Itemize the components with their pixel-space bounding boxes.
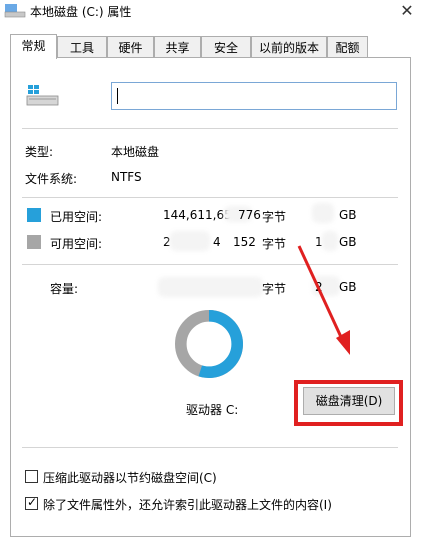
compress-label: 压缩此驱动器以节约磁盘空间(C)	[43, 471, 217, 485]
free-space-label: 可用空间:	[50, 237, 103, 251]
donut-inner-edge	[186, 321, 232, 367]
index-checkbox[interactable]: ✓	[25, 495, 38, 510]
free-bytes-mid: 4	[213, 235, 221, 249]
used-gb-unit: GB	[339, 208, 357, 222]
separator	[22, 128, 398, 129]
drive-large-icon	[26, 85, 59, 106]
separator	[22, 447, 398, 448]
title-bar: 本地磁盘 (C:) 属性 ✕	[0, 0, 421, 22]
used-bytes-unit: 字节	[262, 210, 287, 224]
type-label: 类型:	[25, 145, 54, 159]
type-value: 本地磁盘	[111, 145, 160, 159]
tab-security[interactable]: 安全	[201, 36, 251, 58]
filesystem-label: 文件系统:	[25, 172, 78, 186]
tab-tools[interactable]: 工具	[57, 36, 107, 58]
used-bytes-tail: 776	[238, 208, 261, 222]
redaction-blur	[322, 231, 338, 251]
tab-quota[interactable]: 配额	[327, 36, 368, 58]
capacity-gb-unit: GB	[339, 280, 357, 294]
index-label: 除了文件属性外，还允许索引此驱动器上文件的内容(I)	[43, 498, 332, 512]
used-space-swatch	[27, 208, 41, 222]
window-title: 本地磁盘 (C:) 属性	[30, 5, 132, 19]
highlight-box	[294, 380, 403, 426]
redaction-blur	[170, 231, 210, 251]
drive-name-input[interactable]	[111, 82, 397, 110]
filesystem-value: NTFS	[111, 170, 142, 184]
capacity-gb-head: 2	[315, 280, 323, 294]
tab-general[interactable]: 常规	[10, 34, 57, 59]
separator	[22, 264, 398, 265]
separator	[22, 197, 398, 198]
general-panel	[10, 57, 411, 537]
redaction-blur	[312, 203, 334, 223]
drive-icon	[4, 4, 26, 18]
close-button[interactable]: ✕	[393, 0, 421, 22]
tab-previous-versions[interactable]: 以前的版本	[251, 36, 327, 58]
free-bytes-tail: 152	[233, 235, 256, 249]
redaction-blur	[158, 277, 263, 297]
tab-sharing[interactable]: 共享	[154, 36, 201, 58]
free-gb-unit: GB	[339, 235, 357, 249]
tab-hardware[interactable]: 硬件	[107, 36, 154, 58]
used-space-label: 已用空间:	[50, 210, 103, 224]
free-bytes-unit: 字节	[262, 237, 287, 251]
drive-label: 驱动器 C:	[186, 403, 239, 417]
used-bytes-value: 144,611,65	[163, 208, 232, 222]
checkmark-icon: ✓	[27, 495, 38, 509]
compress-checkbox[interactable]	[25, 470, 38, 483]
usage-donut-chart	[175, 310, 243, 378]
text-caret	[117, 88, 118, 104]
tab-strip: 常规 工具 硬件 共享 安全 以前的版本 配额	[10, 34, 410, 59]
capacity-label: 容量:	[50, 282, 79, 296]
capacity-bytes-unit: 字节	[262, 282, 287, 296]
free-space-swatch	[27, 235, 41, 249]
